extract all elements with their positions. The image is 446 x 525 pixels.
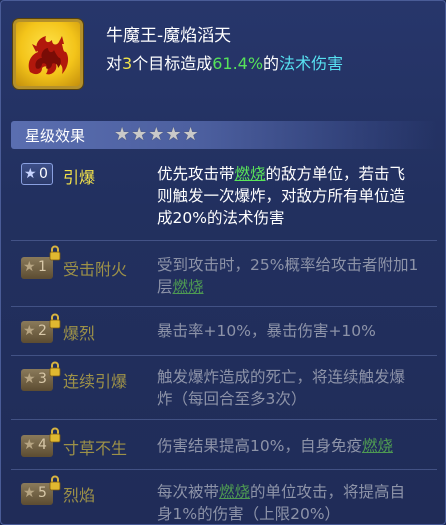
fire-dragon-icon: [13, 19, 83, 89]
effect-name: 烈焰: [63, 486, 96, 505]
burn-keyword[interactable]: 燃烧: [362, 437, 393, 455]
star-icon: ★: [24, 166, 37, 182]
row-divider: [11, 306, 437, 307]
effect-description: 每次被带燃烧的单位攻击，将提高自身1%的伤害（上限20%）: [157, 483, 406, 523]
row-divider: [11, 355, 437, 356]
lock-icon: [49, 427, 61, 443]
star-icon: ★: [23, 371, 36, 387]
star-icon: ★: [23, 323, 36, 339]
effect-description: 触发爆炸造成的死亡，将连续触发爆炸（每回合至多3次）: [157, 368, 406, 408]
star-icon: ★: [23, 485, 36, 501]
skill-description: 对3个目标造成61.4%的法术伤害: [106, 54, 344, 73]
lock-icon: [49, 361, 61, 377]
effect-description: 优先攻击带燃烧的敌方单位，若击飞则触发一次爆炸，对敌方所有单位造成20%的法术伤…: [157, 165, 406, 227]
skill-tooltip-panel: 牛魔王-魔焰滔天 对3个目标造成61.4%的法术伤害 星级效果 ★★★★★ ★ …: [0, 0, 446, 525]
lock-icon: [49, 475, 61, 491]
section-title: 星级效果: [25, 127, 86, 145]
effect-name: 爆烈: [63, 324, 96, 343]
target-count: 3: [122, 54, 133, 73]
effect-description: 受到攻击时，25%概率给攻击者附加1层燃烧: [157, 256, 419, 296]
effect-description: 暴击率+10%，暴击伤害+10%: [157, 322, 376, 340]
row-divider: [11, 419, 437, 420]
effect-name: 引爆: [63, 168, 96, 187]
lock-icon: [49, 313, 61, 329]
skill-name: 牛魔王-魔焰滔天: [106, 26, 232, 46]
burn-keyword[interactable]: 燃烧: [235, 165, 266, 183]
burn-keyword[interactable]: 燃烧: [173, 278, 204, 296]
burn-keyword[interactable]: 燃烧: [219, 483, 250, 501]
star-effects-header: 星级效果 ★★★★★: [11, 121, 437, 149]
effect-name: 寸草不生: [63, 439, 128, 458]
star-icon: ★: [23, 259, 36, 275]
effect-description: 伤害结果提高10%，自身免疫燃烧: [157, 437, 393, 455]
lock-icon: [49, 245, 61, 261]
damage-type: 法术伤害: [279, 54, 344, 73]
damage-percent: 61.4%: [212, 54, 264, 73]
effect-name: 受击附火: [63, 260, 128, 279]
star-icon: ★: [23, 437, 36, 453]
row-divider: [11, 240, 437, 241]
star-level-badge: ★ 0: [21, 163, 53, 185]
star-rating: ★★★★★: [114, 124, 200, 145]
effect-name: 连续引爆: [63, 372, 128, 391]
row-divider: [11, 469, 437, 470]
